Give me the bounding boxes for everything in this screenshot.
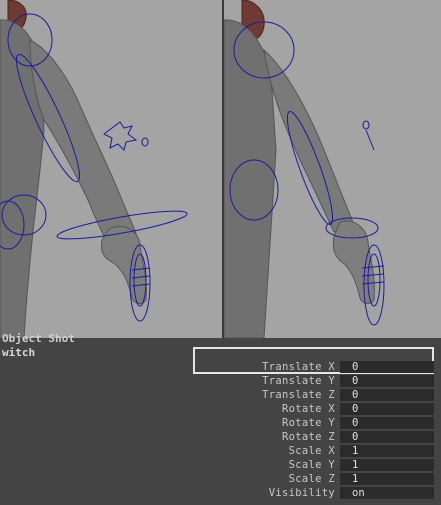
attr-row-visibility[interactable]: Visibility on <box>200 487 435 499</box>
attr-row-scale-z[interactable]: Scale Z 1 <box>200 473 435 485</box>
attr-value-field[interactable]: 1 <box>340 459 434 471</box>
attr-value-field[interactable]: 1 <box>340 445 434 457</box>
character-model-view <box>224 0 385 338</box>
attr-value-field[interactable]: 0 <box>340 403 434 415</box>
attr-row-rotate-z[interactable]: Rotate Z 0 <box>200 431 435 443</box>
attr-value-field[interactable]: 0 <box>340 389 434 401</box>
hand-shape <box>101 226 147 305</box>
attr-label: Scale Z <box>288 473 335 485</box>
attr-value-field[interactable]: 1 <box>340 473 434 485</box>
attr-value-field[interactable]: 0 <box>340 417 434 429</box>
attr-label: Rotate Z <box>282 431 335 443</box>
attr-label: Translate X <box>262 361 335 373</box>
attr-value-field[interactable]: on <box>340 487 434 499</box>
attr-value-field[interactable]: 0 <box>340 375 434 387</box>
attr-label: Translate Y <box>262 375 335 387</box>
attr-row-translate-z[interactable]: Translate Z 0 <box>200 389 435 401</box>
attr-row-translate-x[interactable]: Translate X 0 <box>200 361 435 373</box>
viewport-right[interactable] <box>224 0 441 338</box>
object-name[interactable]: witch <box>2 347 35 359</box>
attr-label: Rotate X <box>282 403 335 415</box>
attr-label: Scale X <box>288 445 335 457</box>
attr-row-rotate-x[interactable]: Rotate X 0 <box>200 403 435 415</box>
arm-shape <box>263 48 355 233</box>
shape-label-cutoff: Object Shot <box>2 332 75 345</box>
attr-label: Rotate Y <box>282 417 335 429</box>
attr-row-scale-y[interactable]: Scale Y 1 <box>200 459 435 471</box>
attr-value-field[interactable]: 0 <box>340 361 434 373</box>
attr-value-field[interactable]: 0 <box>340 431 434 443</box>
attr-row-translate-y[interactable]: Translate Y 0 <box>200 375 435 387</box>
viewport-left[interactable] <box>0 0 222 338</box>
attr-row-scale-x[interactable]: Scale X 1 <box>200 445 435 457</box>
character-model-view <box>0 0 188 338</box>
attr-label: Scale Y <box>288 459 335 471</box>
attr-label: Translate Z <box>262 389 335 401</box>
attr-label: Visibility <box>268 487 335 499</box>
attr-row-rotate-y[interactable]: Rotate Y 0 <box>200 417 435 429</box>
